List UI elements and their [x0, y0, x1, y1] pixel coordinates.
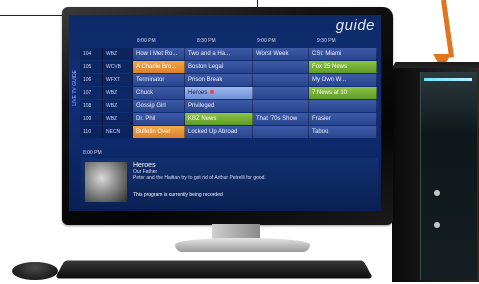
program-cell[interactable]: Taboo: [309, 126, 377, 138]
program-cell[interactable]: That '70s Show: [253, 113, 309, 125]
program-cell[interactable]: KBZ News: [185, 113, 253, 125]
program-cell[interactable]: A Charlie Bro...: [133, 61, 185, 73]
program-cell[interactable]: Chuck: [133, 87, 185, 99]
network-name: WBZ: [103, 100, 133, 112]
program-cell[interactable]: 7 News at 10: [309, 87, 377, 99]
channel-number: 106: [80, 74, 103, 86]
monitor: guide 8:00 PM 8:30 PM 9:00 PM 9:30 PM LI…: [62, 7, 393, 225]
program-cell[interactable]: Dr. Phil: [133, 113, 185, 125]
program-cell[interactable]: [253, 87, 309, 99]
channel-row: 110 NECN Bulletin Over Locked Up Abroad …: [80, 126, 377, 138]
program-cell[interactable]: [253, 61, 309, 73]
program-cell[interactable]: [253, 74, 309, 86]
time-slot: 9:30 PM: [317, 38, 336, 44]
screen: guide 8:00 PM 8:30 PM 9:00 PM 9:30 PM LI…: [69, 15, 381, 211]
channel-row: 109 WBZ Dr. Phil KBZ News That '70s Show…: [80, 113, 377, 125]
channel-number: 109: [80, 113, 103, 125]
program-cell[interactable]: [253, 126, 309, 138]
channel-row: 104 WBZ How I Met Ro... Two and a Ha... …: [80, 48, 377, 60]
program-cell[interactable]: Prison Break: [185, 74, 253, 86]
program-cell[interactable]: Frasier: [309, 113, 377, 125]
sidebar-label: LIVE TV GUIDE: [72, 70, 78, 106]
program-cell[interactable]: How I Met Ro...: [133, 48, 185, 60]
time-header: 8:00 PM 8:30 PM 9:00 PM 9:30 PM: [137, 36, 377, 46]
network-name: NECN: [103, 126, 133, 138]
channel-number: 105: [80, 61, 103, 73]
program-cell[interactable]: Terminator: [133, 74, 185, 86]
orange-arrow-shaft: [441, 0, 455, 58]
program-cell[interactable]: Boston Legal: [185, 61, 253, 73]
channel-row: 108 WBZ Gossip Girl Privileged: [80, 100, 377, 112]
program-cell[interactable]: Locked Up Abroad: [185, 126, 253, 138]
program-cell-selected[interactable]: Heroes: [185, 87, 253, 99]
program-cell[interactable]: Fox 25 News: [309, 61, 377, 73]
network-name: WBZ: [103, 48, 133, 60]
program-grid: 104 WBZ How I Met Ro... Two and a Ha... …: [80, 48, 377, 139]
network-name: WFXT: [103, 74, 133, 86]
program-detail-panel: 8:00 PM Heroes Our Father Peter and the …: [81, 150, 378, 206]
program-cell[interactable]: Bulletin Over: [133, 126, 185, 138]
network-name: WCVB: [103, 61, 133, 73]
program-cell[interactable]: [253, 100, 309, 112]
channel-number: 110: [80, 126, 103, 138]
program-title: Heroes: [188, 90, 208, 96]
tower-power-button[interactable]: [434, 190, 440, 196]
record-icon: [210, 90, 215, 95]
scene: guide 8:00 PM 8:30 PM 9:00 PM 9:30 PM LI…: [0, 0, 479, 284]
program-cell[interactable]: My Own W...: [309, 74, 377, 86]
detail-time: 8:00 PM: [83, 150, 102, 156]
program-cell[interactable]: CSI: Miami: [309, 48, 377, 60]
time-slot: 8:00 PM: [137, 38, 156, 44]
tower-eject-button[interactable]: [434, 222, 440, 228]
guide-title: guide: [335, 17, 375, 34]
channel-row: 107 WBZ Chuck Heroes 7 News at 10: [80, 87, 377, 99]
channel-number: 104: [80, 48, 103, 60]
detail-title: Heroes: [133, 162, 156, 169]
tower-light-strip: [424, 78, 472, 81]
monitor-stand-base: [175, 238, 310, 252]
mouse: [12, 262, 58, 280]
program-cell[interactable]: Gossip Girl: [133, 100, 185, 112]
keyboard: [54, 260, 374, 279]
channel-number: 108: [80, 100, 103, 112]
recording-status: This program is currently being recorded: [133, 192, 223, 198]
channel-row: 105 WCVB A Charlie Bro... Boston Legal F…: [80, 61, 377, 73]
network-name: WBZ: [103, 87, 133, 99]
time-slot: 8:30 PM: [197, 38, 216, 44]
network-name: WBZ: [103, 113, 133, 125]
pc-tower-front-panel: [420, 72, 477, 280]
channel-row: 106 WFXT Terminator Prison Break My Own …: [80, 74, 377, 86]
channel-number: 107: [80, 87, 103, 99]
detail-synopsis: Peter and the Haitian try to get rid of …: [133, 175, 266, 181]
time-slot: 9:00 PM: [257, 38, 276, 44]
program-cell[interactable]: [309, 100, 377, 112]
program-thumbnail: [85, 162, 127, 202]
program-cell[interactable]: Worst Week: [253, 48, 309, 60]
program-cell[interactable]: Privileged: [185, 100, 253, 112]
program-cell[interactable]: Two and a Ha...: [185, 48, 253, 60]
